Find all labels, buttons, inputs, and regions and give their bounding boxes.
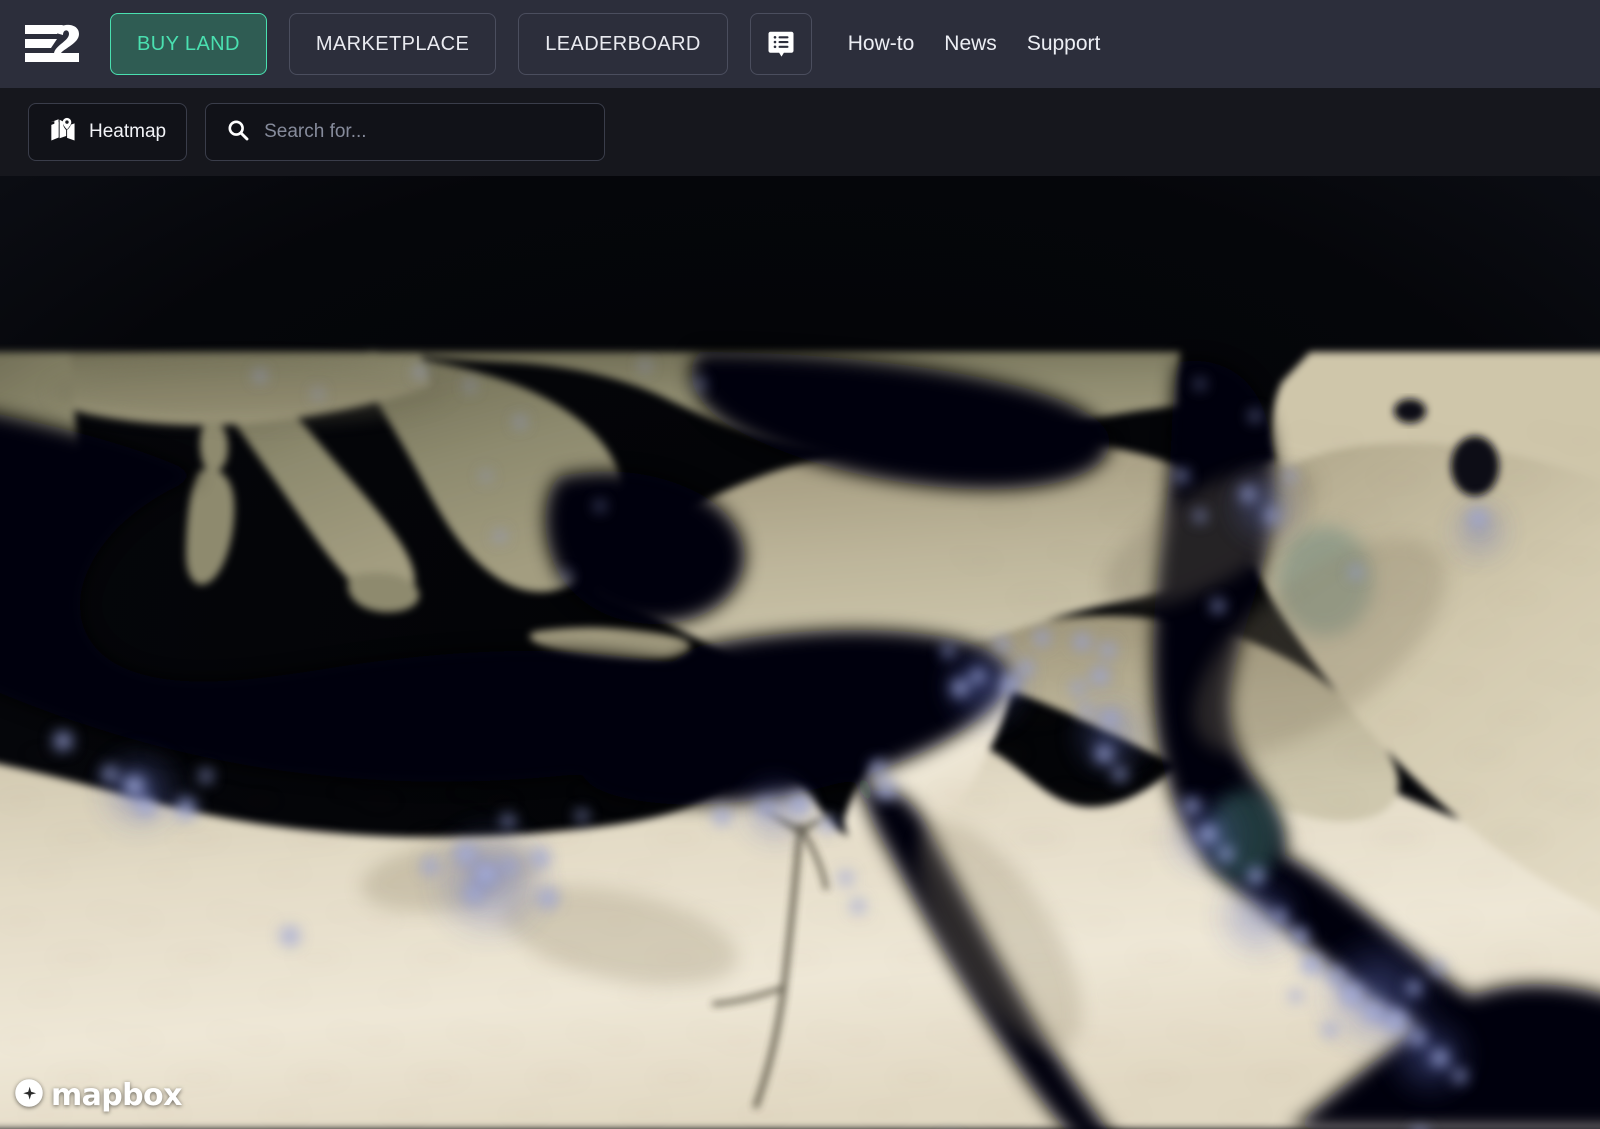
- top-navigation-bar: BUY LAND MARKETPLACE LEADERBOARD How-to …: [0, 0, 1600, 88]
- satellite-map-canvas[interactable]: [0, 176, 1600, 1129]
- app-root: BUY LAND MARKETPLACE LEADERBOARD How-to …: [0, 0, 1600, 1129]
- nav-link-how-to[interactable]: How-to: [848, 32, 915, 56]
- nav-links: How-to News Support: [848, 32, 1101, 56]
- buy-land-button[interactable]: BUY LAND: [110, 13, 267, 75]
- search-icon: [226, 118, 250, 147]
- search-box[interactable]: [205, 103, 606, 161]
- earth2-logo[interactable]: [22, 18, 84, 70]
- map-toolbar: Heatmap: [0, 88, 1600, 176]
- note-list-icon: [766, 29, 796, 59]
- mapbox-icon: [14, 1078, 44, 1113]
- mapbox-wordmark: mapbox: [51, 1078, 182, 1113]
- mapbox-attribution[interactable]: mapbox: [14, 1078, 182, 1113]
- heatmap-label: Heatmap: [89, 121, 167, 142]
- nav-link-news[interactable]: News: [944, 32, 997, 56]
- marketplace-button[interactable]: MARKETPLACE: [288, 13, 497, 75]
- note-list-button[interactable]: [749, 13, 812, 75]
- nav-link-support[interactable]: Support: [1027, 32, 1101, 56]
- heatmap-toggle-button[interactable]: Heatmap: [28, 103, 188, 161]
- leaderboard-button[interactable]: LEADERBOARD: [518, 13, 728, 75]
- map-pin-icon: [49, 116, 77, 149]
- search-input[interactable]: [264, 121, 585, 143]
- map-viewport[interactable]: mapbox: [0, 176, 1600, 1129]
